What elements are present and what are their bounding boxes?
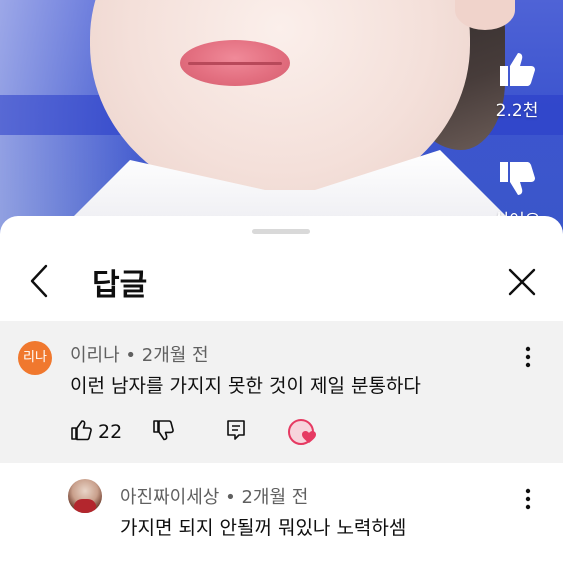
avatar[interactable]: 리나 (18, 341, 52, 375)
comment-like-button[interactable] (70, 419, 92, 445)
comment-meta: 아진짜이세상 • 2개월 전 (120, 483, 308, 509)
thumbs-up-icon (500, 53, 535, 86)
meta-separator: • (225, 487, 242, 508)
close-button[interactable] (506, 266, 538, 298)
comment-time: 2개월 전 (241, 487, 309, 508)
thumbs-down-icon (153, 420, 174, 441)
thumbs-down-icon (500, 162, 535, 195)
meta-separator: • (125, 345, 142, 366)
comment-reply-button[interactable] (225, 419, 247, 445)
comment-item: 리나 이리나 • 2개월 전 이런 남자를 가지지 못한 것이 제일 분통하다 … (0, 321, 563, 463)
drag-handle[interactable] (252, 229, 310, 234)
comment-author[interactable]: 아진짜이세상 (120, 487, 219, 508)
comment-author[interactable]: 이리나 (70, 345, 120, 366)
comment-more-button[interactable] (518, 345, 538, 369)
reply-item: 아진짜이세상 • 2개월 전 가지면 되지 안될꺼 뭐있나 노력하셈 (0, 463, 563, 563)
close-icon (508, 268, 536, 296)
creator-heart-badge (288, 419, 318, 449)
video-lips (180, 40, 290, 86)
thumbs-up-icon (71, 420, 92, 441)
more-vert-icon (525, 488, 531, 510)
comment-like-count: 22 (98, 421, 123, 443)
video-like-button[interactable]: 2.2천 (488, 50, 546, 121)
comment-text: 이런 남자를 가지지 못한 것이 제일 분통하다 (70, 375, 421, 397)
sheet-title: 답글 (92, 268, 148, 303)
video-like-count: 2.2천 (495, 101, 539, 121)
comment-meta: 이리나 • 2개월 전 (70, 341, 209, 367)
avatar[interactable] (68, 479, 102, 513)
comment-more-button[interactable] (518, 487, 538, 511)
comment-text: 가지면 되지 안될꺼 뭐있나 노력하셈 (120, 517, 407, 539)
replies-sheet: 답글 리나 이리나 • 2개월 전 이런 남자를 가지지 못한 것이 제일 분통… (0, 216, 563, 563)
comment-dislike-button[interactable] (152, 419, 174, 445)
more-vert-icon (525, 346, 531, 368)
back-arrow-icon (30, 264, 48, 298)
back-button[interactable] (24, 264, 56, 298)
video-player[interactable]: 2.2천 싫어요 (0, 0, 563, 235)
creator-heart-icon (302, 431, 316, 443)
reply-icon (227, 420, 245, 440)
comment-time: 2개월 전 (141, 345, 209, 366)
